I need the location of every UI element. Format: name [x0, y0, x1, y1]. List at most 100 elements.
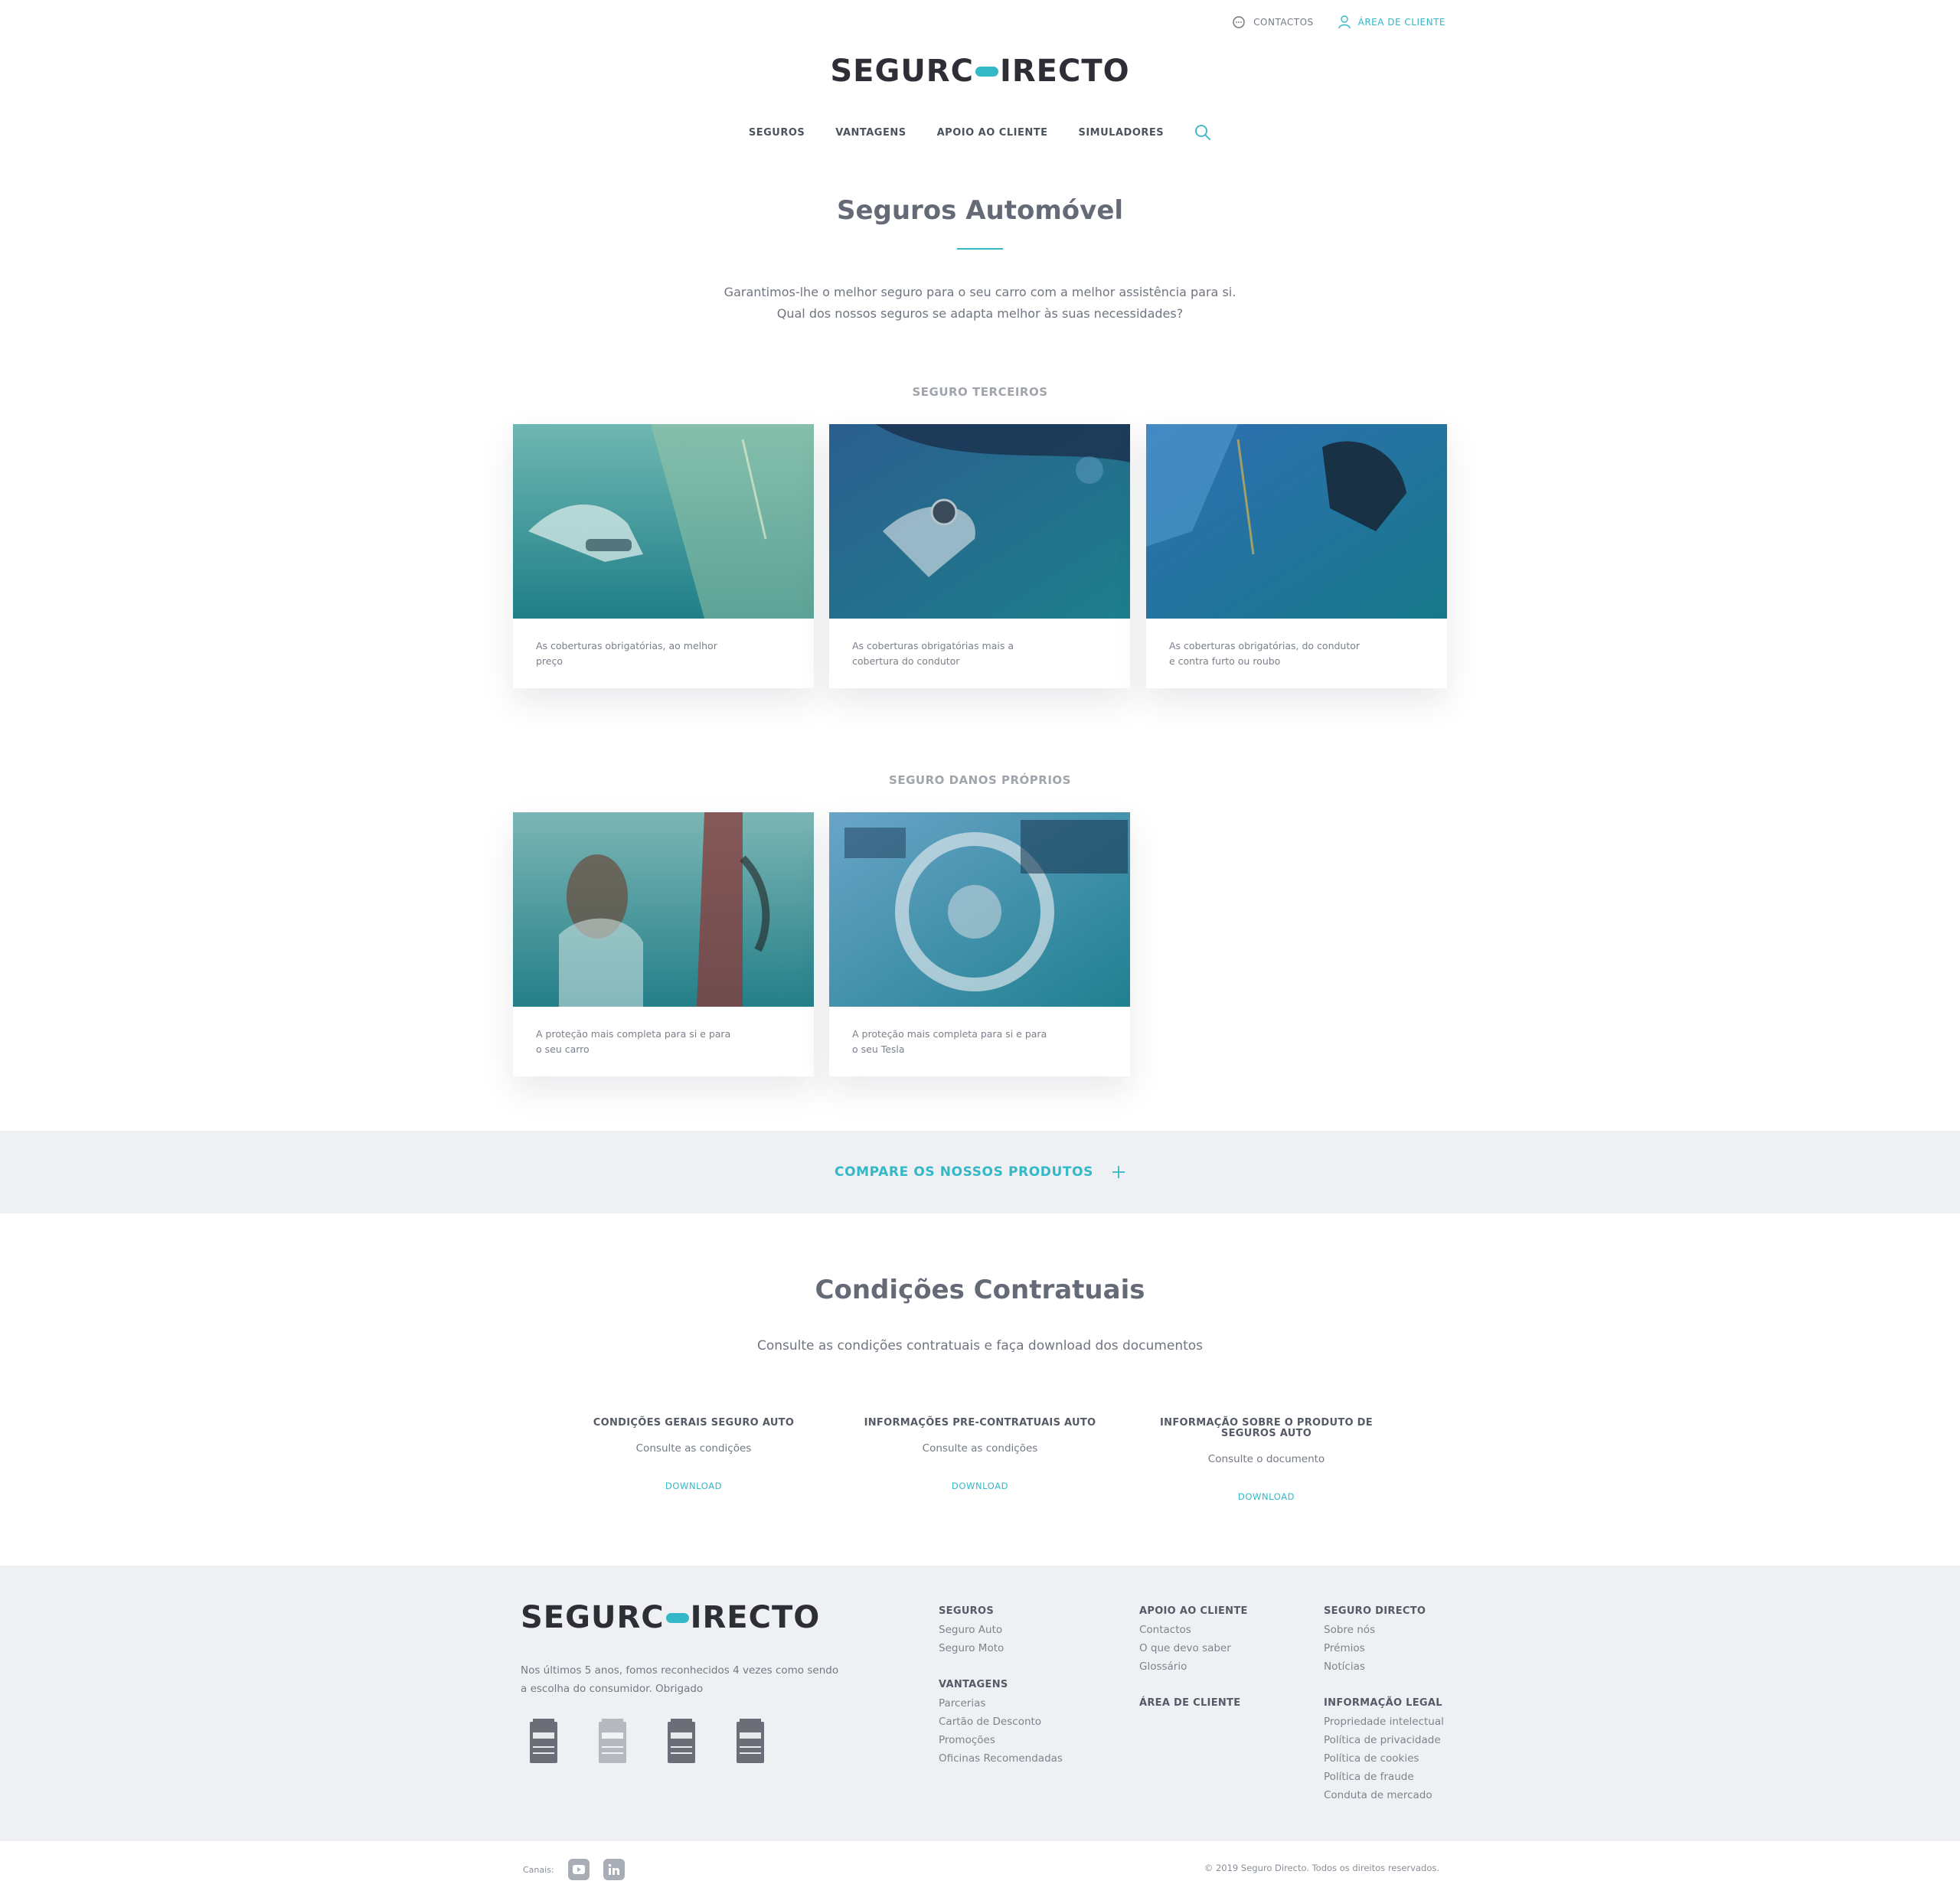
card-terceiros-furto-roubo[interactable]: Terceiros com furto ou roubo As cobertur… — [1146, 424, 1447, 688]
doc-subtitle: Consulte as condições — [635, 1442, 752, 1455]
footer-link[interactable]: Oficinas Recomendadas — [939, 1749, 1063, 1768]
footer-link[interactable]: Propriedade intelectual — [1324, 1713, 1444, 1731]
card-description: A proteção mais completa para si e para … — [536, 1028, 731, 1055]
footer-link[interactable]: O que devo saber — [1139, 1639, 1248, 1657]
card-description: As coberturas obrigatórias mais a cobert… — [852, 640, 1014, 667]
brand-left: SEGURC — [830, 54, 974, 89]
doc-subtitle: Consulte as condições — [922, 1442, 1038, 1455]
chevron-right-icon — [1416, 649, 1426, 666]
footer-text: Nos últimos 5 anos, fomos reconhecidos 4… — [521, 1664, 839, 1695]
card-image — [829, 424, 1130, 619]
area-cliente-label: ÁREA DE CLIENTE — [1357, 17, 1446, 28]
intro-line-2: Qual dos nossos seguros se adapta melhor… — [776, 306, 1184, 321]
chevron-right-icon — [1099, 649, 1109, 666]
nav-item-vantagens[interactable]: VANTAGENS — [835, 127, 906, 139]
footer-link[interactable]: Seguro Auto — [939, 1621, 1063, 1639]
linkedin-icon[interactable] — [603, 1859, 625, 1880]
footer-link[interactable]: Seguro Moto — [939, 1639, 1063, 1657]
nav-item-seguros[interactable]: SEGUROS — [749, 127, 805, 139]
footer-link[interactable]: Sobre nós — [1324, 1621, 1444, 1639]
footer-col-apoio: APOIO AO CLIENTE Contactos O que devo sa… — [1139, 1602, 1248, 1713]
doc-title: INFORMAÇÃO SOBRE O PRODUTO DE SEGUROS AU… — [1160, 1417, 1373, 1439]
card-image — [1146, 424, 1447, 619]
card-image — [829, 812, 1130, 1007]
awards-row — [528, 1719, 766, 1766]
chevron-right-icon — [782, 1037, 792, 1054]
bottom-bar — [0, 1841, 1960, 1894]
intro-line-1: Garantimos-lhe o melhor seguro para o se… — [724, 285, 1236, 299]
award-badge-icon — [737, 1719, 764, 1763]
footer-link[interactable]: Contactos — [1139, 1621, 1248, 1639]
brand-right: IRECTO — [999, 54, 1130, 89]
brand-dash — [665, 1612, 689, 1623]
contactos-link[interactable]: CONTACTOS — [1232, 15, 1313, 29]
compare-products-button[interactable]: COMPARE OS NOSSOS PRODUTOS — [835, 1164, 1093, 1180]
chevron-right-icon — [1099, 1037, 1109, 1054]
main-nav: SEGUROS VANTAGENS APOIO AO CLIENTE SIMUL… — [0, 124, 1960, 141]
award-badge-icon — [668, 1719, 695, 1763]
page-title: Seguros Automóvel — [836, 195, 1124, 226]
card-danos-proprios-tesla[interactable]: Danos próprios Tesla A proteção mais com… — [829, 812, 1130, 1076]
footer-heading[interactable]: ÁREA DE CLIENTE — [1139, 1694, 1248, 1713]
footer-link[interactable]: Conduta de mercado — [1324, 1786, 1444, 1804]
footer-link[interactable]: Política de privacidade — [1324, 1731, 1444, 1749]
chat-icon — [1233, 16, 1245, 28]
footer-link[interactable]: Glossário — [1139, 1657, 1248, 1676]
nav-item-simuladores[interactable]: SIMULADORES — [1078, 127, 1164, 139]
section-label-terceiros: SEGURO TERCEIROS — [912, 385, 1048, 399]
footer-link[interactable]: Parcerias — [939, 1694, 1063, 1713]
footer-link[interactable]: Promoções — [939, 1731, 1063, 1749]
download-link[interactable]: DOWNLOAD — [850, 1481, 1110, 1491]
card-terceiros-base[interactable]: Terceiros base As coberturas obrigatória… — [513, 424, 814, 688]
footer-link[interactable]: Cartão de Desconto — [939, 1713, 1063, 1731]
conditions-title: Condições Contratuais — [815, 1275, 1145, 1305]
area-cliente-link[interactable]: ÁREA DE CLIENTE — [1338, 15, 1446, 29]
footer-heading[interactable]: APOIO AO CLIENTE — [1139, 1602, 1248, 1621]
chevron-right-icon — [782, 649, 792, 666]
card-description: A proteção mais completa para si e para … — [852, 1028, 1047, 1055]
footer-logo[interactable]: SEGURC IRECTO — [521, 1600, 820, 1635]
header-logo[interactable]: SEGURC IRECTO — [0, 54, 1960, 89]
brand-left: SEGURC — [521, 1600, 665, 1635]
brand-dash — [975, 66, 998, 77]
plus-icon[interactable] — [1112, 1165, 1125, 1179]
download-link[interactable]: DOWNLOAD — [1136, 1491, 1396, 1502]
card-terceiros-condutor[interactable]: Terceiros com condutor As coberturas obr… — [829, 424, 1130, 688]
footer-col-seguros: SEGUROS Seguro Auto Seguro Moto VANTAGEN… — [939, 1602, 1063, 1768]
award-badge-icon — [599, 1719, 626, 1763]
card-description: As coberturas obrigatórias, ao melhor pr… — [536, 640, 717, 667]
brand-logo: SEGURC IRECTO — [521, 1600, 820, 1635]
card-image — [513, 812, 814, 1007]
copyright: © 2019 Seguro Directo. Todos os direitos… — [1204, 1863, 1439, 1873]
download-link[interactable]: DOWNLOAD — [564, 1481, 824, 1491]
search-icon[interactable] — [1194, 124, 1211, 141]
award-badge-icon — [530, 1719, 557, 1763]
doc-info-pre-contratuais: INFORMAÇÕES PRE-CONTRATUAIS AUTO Consult… — [850, 1417, 1110, 1492]
footer-heading[interactable]: SEGURO DIRECTO — [1324, 1602, 1444, 1621]
doc-subtitle: Consulte o documento — [1207, 1453, 1325, 1465]
contactos-label: CONTACTOS — [1253, 17, 1314, 28]
doc-condicoes-gerais: CONDIÇÕES GERAIS SEGURO AUTO Consulte as… — [564, 1417, 824, 1492]
footer-col-seguro-directo: SEGURO DIRECTO Sobre nós Prémios Notícia… — [1324, 1602, 1444, 1804]
doc-title: INFORMAÇÕES PRE-CONTRATUAIS AUTO — [864, 1417, 1096, 1429]
youtube-icon[interactable] — [567, 1859, 590, 1880]
card-danos-proprios[interactable]: Danos próprios A proteção mais completa … — [513, 812, 814, 1076]
footer-heading[interactable]: SEGUROS — [939, 1602, 1063, 1621]
user-icon — [1338, 15, 1351, 29]
footer-heading[interactable]: VANTAGENS — [939, 1676, 1063, 1694]
footer-heading[interactable]: INFORMAÇÃO LEGAL — [1324, 1694, 1444, 1713]
doc-info-produto: INFORMAÇÃO SOBRE O PRODUTO DE SEGUROS AU… — [1136, 1417, 1396, 1503]
footer-link[interactable]: Notícias — [1324, 1657, 1444, 1676]
conditions-subtitle: Consulte as condições contratuais e faça… — [756, 1338, 1204, 1354]
brand-right: IRECTO — [690, 1600, 821, 1635]
title-divider — [957, 248, 1003, 250]
hero-intro: Garantimos-lhe o melhor seguro para o se… — [0, 282, 1960, 325]
footer-link[interactable]: Política de fraude — [1324, 1768, 1444, 1786]
nav-item-apoio[interactable]: APOIO AO CLIENTE — [937, 127, 1048, 139]
top-bar: CONTACTOS ÁREA DE CLIENTE — [1232, 15, 1446, 29]
footer-link[interactable]: Prémios — [1324, 1639, 1444, 1657]
compare-bar: COMPARE OS NOSSOS PRODUTOS — [0, 1131, 1960, 1213]
footer-link[interactable]: Política de cookies — [1324, 1749, 1444, 1768]
doc-title: CONDIÇÕES GERAIS SEGURO AUTO — [593, 1417, 795, 1429]
card-description: As coberturas obrigatórias, do condutor … — [1169, 640, 1361, 667]
